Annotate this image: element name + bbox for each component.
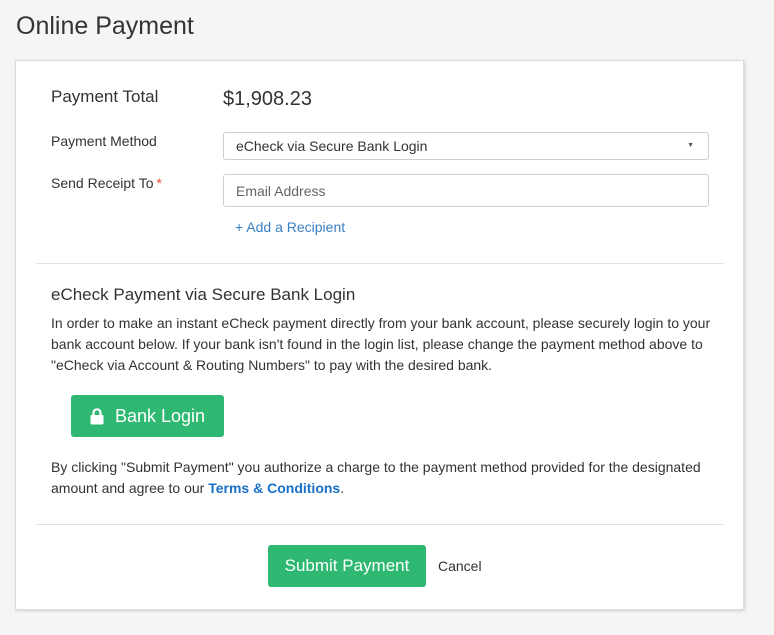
payment-total-value: $1,908.23 <box>223 88 312 110</box>
payment-method-select[interactable]: eCheck via Secure Bank Login ▼ <box>223 132 709 160</box>
send-receipt-label-text: Send Receipt To <box>51 175 154 191</box>
echeck-description: In order to make an instant eCheck payme… <box>51 315 711 373</box>
consent-text-before: By clicking "Submit Payment" you authori… <box>51 459 701 496</box>
lock-icon <box>90 407 104 424</box>
payment-card: Payment Total $1,908.23 Payment Method e… <box>15 60 744 610</box>
footer-divider <box>36 524 724 525</box>
terms-conditions-link[interactable]: Terms & Conditions <box>208 480 340 496</box>
payment-method-label: Payment Method <box>51 133 157 149</box>
consent-text: By clicking "Submit Payment" you authori… <box>51 457 721 499</box>
bank-login-button[interactable]: Bank Login <box>71 395 224 437</box>
section-divider <box>36 263 724 264</box>
consent-text-after: . <box>340 480 345 496</box>
submit-payment-button[interactable]: Submit Payment <box>268 545 426 587</box>
add-recipient-link[interactable]: + Add a Recipient <box>235 219 345 235</box>
page-title: Online Payment <box>16 12 194 40</box>
echeck-section-title: eCheck Payment via Secure Bank Login <box>51 285 356 304</box>
required-marker: * <box>156 175 162 191</box>
cancel-button[interactable]: Cancel <box>438 558 482 574</box>
payment-total-label: Payment Total <box>51 87 159 106</box>
bank-login-label: Bank Login <box>114 405 206 426</box>
send-receipt-label: Send Receipt To * <box>51 175 162 191</box>
email-address-input[interactable] <box>223 174 709 207</box>
caret-down-icon: ▼ <box>687 142 694 149</box>
payment-method-selected-value: eCheck via Secure Bank Login <box>236 138 428 154</box>
